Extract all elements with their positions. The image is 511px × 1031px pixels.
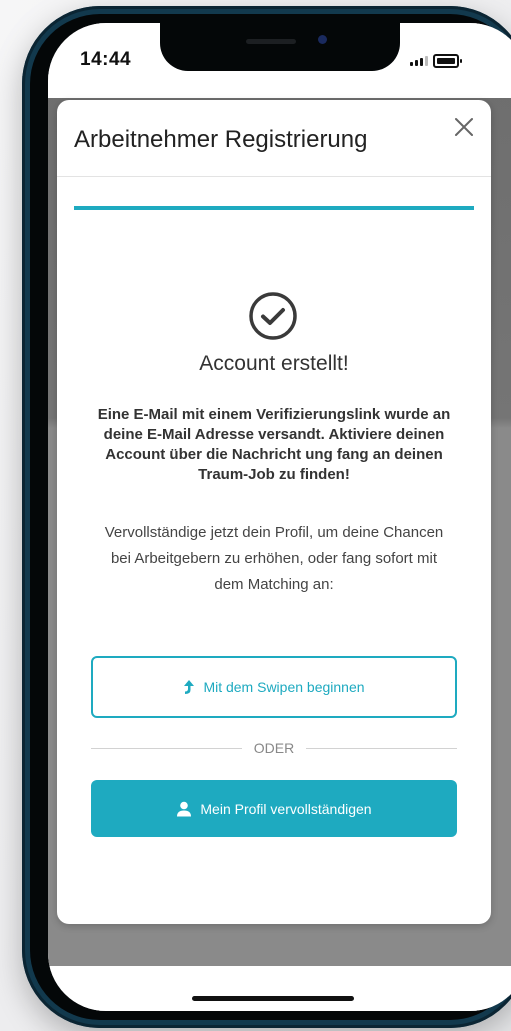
status-time: 14:44 [80, 49, 132, 70]
close-button[interactable] [451, 114, 477, 140]
notch [160, 23, 400, 71]
home-indicator[interactable] [192, 996, 354, 1001]
close-icon [455, 118, 473, 136]
check-circle-icon [249, 292, 297, 340]
start-swiping-label: Mit dem Swipen beginnen [203, 679, 365, 695]
signal-icon [410, 56, 428, 66]
user-icon [177, 801, 192, 816]
progress-bar [74, 206, 474, 210]
battery-icon [433, 54, 462, 68]
stage: 14:44 Arbeitnehmer Registrierung Account… [0, 0, 511, 1031]
complete-profile-label: Mein Profil vervollständigen [200, 800, 372, 817]
profile-hint: Vervollständige jetzt dein Profil, um de… [104, 524, 444, 593]
phone-screen: 14:44 Arbeitnehmer Registrierung Account… [48, 23, 511, 1011]
or-divider: ODER [91, 740, 458, 756]
phone-frame: 14:44 Arbeitnehmer Registrierung Account… [22, 6, 511, 1028]
complete-profile-button[interactable]: Mein Profil vervollständigen [91, 780, 457, 837]
modal-title: Arbeitnehmer Registrierung [74, 126, 368, 153]
header-divider [57, 176, 491, 177]
home-bar-area [48, 966, 511, 1011]
front-camera [318, 35, 327, 44]
progress-fill [74, 206, 474, 210]
arrow-up-icon [184, 680, 195, 694]
verification-info: Eine E-Mail mit einem Verifizierungslink… [97, 406, 451, 483]
speaker-grille [246, 39, 296, 44]
success-title: Account erstellt! [199, 352, 349, 375]
start-swiping-button[interactable]: Mit dem Swipen beginnen [91, 656, 457, 718]
or-label: ODER [253, 740, 295, 756]
registration-modal: Arbeitnehmer Registrierung Account erste… [57, 100, 491, 924]
